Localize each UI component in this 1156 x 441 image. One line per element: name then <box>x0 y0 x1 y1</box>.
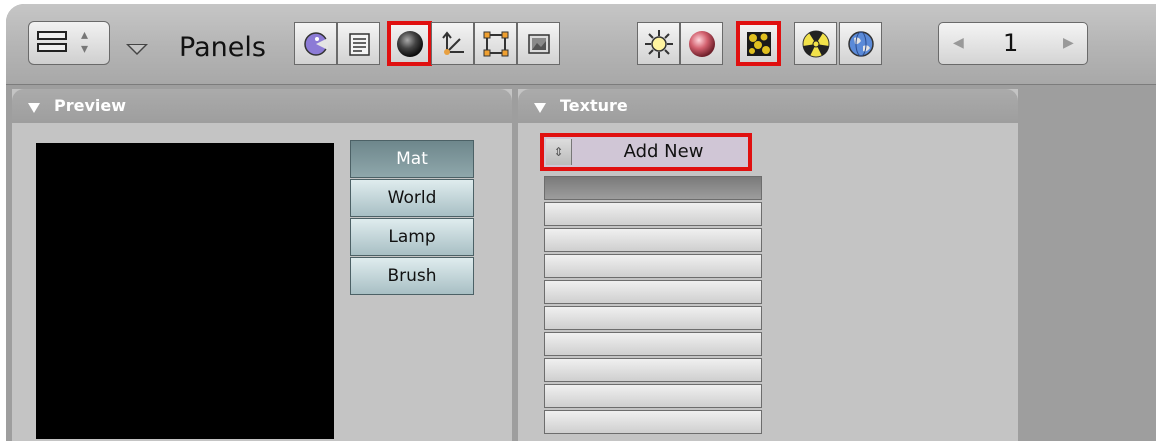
texture-channel-slot[interactable] <box>544 280 762 304</box>
preview-panel: Preview Mat World Lamp Brush <box>12 89 512 441</box>
world-preview-button[interactable]: World <box>350 179 474 217</box>
texture-channel-slot[interactable] <box>544 202 762 226</box>
mat-button[interactable]: Mat <box>350 140 474 178</box>
buttons-window: ▴ ▾ Panels ◀ 1 ▶ Preview Mat World Lamp … <box>6 4 1156 441</box>
script-icon <box>348 32 370 56</box>
texture-button[interactable] <box>736 21 781 66</box>
texture-panel-header[interactable]: Texture <box>518 89 1018 123</box>
texture-icon <box>746 31 771 56</box>
logic-button[interactable] <box>294 22 337 65</box>
scene-image-icon <box>527 33 550 54</box>
radiosity-button[interactable] <box>794 22 837 65</box>
shading-button[interactable] <box>387 21 432 66</box>
frame-number: 1 <box>1003 29 1019 57</box>
updown-arrows-icon[interactable]: ⇕ <box>546 139 572 165</box>
editing-button[interactable] <box>474 22 517 65</box>
frame-number-field[interactable]: ◀ 1 ▶ <box>938 22 1088 65</box>
texture-channel-slot[interactable] <box>544 254 762 278</box>
shading-sphere-icon <box>396 30 423 57</box>
material-sphere-icon <box>688 30 715 57</box>
buttons-body: Preview Mat World Lamp Brush Texture ⇕ A… <box>6 85 1156 441</box>
decrement-arrow-icon[interactable]: ◀ <box>953 35 964 51</box>
panels-label: Panels <box>179 32 266 63</box>
texture-channel-slot[interactable] <box>544 228 762 252</box>
texture-panel: Texture ⇕ Add New <box>518 89 1018 441</box>
triangle-down-icon[interactable] <box>126 44 148 55</box>
lamp-sun-icon <box>644 29 673 58</box>
texture-channel-slot[interactable] <box>544 410 762 434</box>
material-button[interactable] <box>680 22 723 65</box>
pacman-icon <box>303 31 328 56</box>
texture-channel-slot[interactable] <box>544 306 762 330</box>
preview-render-area <box>36 143 334 439</box>
add-new-texture-button[interactable]: ⇕ Add New <box>540 133 752 171</box>
updown-arrows-icon: ▴ ▾ <box>81 27 89 57</box>
increment-arrow-icon[interactable]: ▶ <box>1063 35 1074 51</box>
collapse-triangle-icon[interactable] <box>28 103 40 113</box>
world-button[interactable] <box>839 22 882 65</box>
texture-channel-slot[interactable] <box>544 384 762 408</box>
texture-channel-list <box>544 176 762 436</box>
object-button[interactable] <box>431 22 474 65</box>
texture-channel-slot[interactable] <box>544 358 762 382</box>
preview-panel-header[interactable]: Preview <box>12 89 512 123</box>
texture-panel-title: Texture <box>560 96 628 115</box>
brush-button[interactable]: Brush <box>350 257 474 295</box>
world-globe-icon <box>847 30 874 57</box>
script-button[interactable] <box>337 22 380 65</box>
lamp-button[interactable] <box>637 22 680 65</box>
scene-button[interactable] <box>517 22 560 65</box>
editing-square-icon <box>483 31 508 56</box>
texture-channel-slot[interactable] <box>544 332 762 356</box>
texture-channel-slot[interactable] <box>544 176 762 200</box>
lamp-preview-button[interactable]: Lamp <box>350 218 474 256</box>
radiosity-icon <box>802 30 829 57</box>
add-new-label: Add New <box>623 141 704 162</box>
header-bar: ▴ ▾ Panels ◀ 1 ▶ <box>6 4 1156 85</box>
preview-panel-title: Preview <box>54 96 127 115</box>
object-axes-icon <box>441 30 464 55</box>
collapse-triangle-icon[interactable] <box>534 103 546 113</box>
buttons-window-icon <box>37 31 67 55</box>
window-type-menu[interactable]: ▴ ▾ <box>28 21 110 65</box>
